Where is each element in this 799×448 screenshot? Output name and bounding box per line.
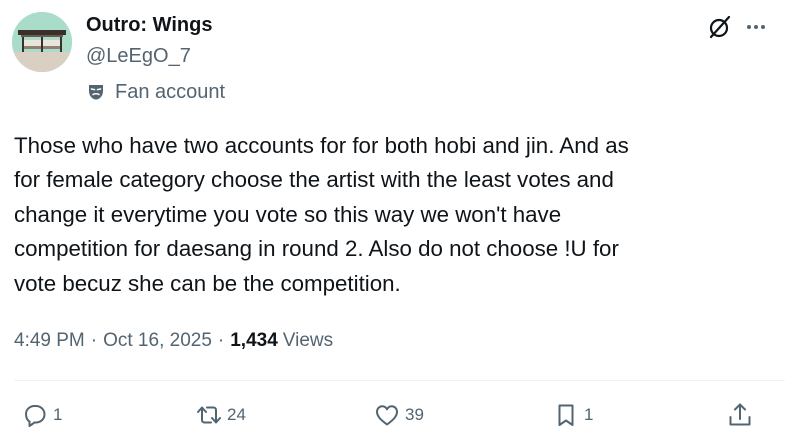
tweet-text: Those who have two accounts for for both… [14,133,629,296]
share-button[interactable] [726,398,754,432]
bookmark-button[interactable]: 1 [552,398,593,432]
tweet-date[interactable]: Oct 16, 2025 [103,330,212,352]
theater-mask-icon [86,82,106,102]
fan-account-text: Fan account [115,80,226,103]
divider [14,380,785,381]
repost-count: 24 [227,405,246,424]
views-label: Views [282,330,334,351]
tweet-card: Outro: Wings @LeEgO_7 Fan account Those … [0,0,799,448]
like-count: 39 [405,405,424,424]
more-icon[interactable] [745,16,767,38]
heart-icon [376,405,398,426]
views-count: 1,434 [230,330,278,351]
reply-icon [25,405,46,427]
avatar-image [12,12,72,72]
fan-account-label: Fan account [86,79,225,105]
reply-count: 1 [53,405,63,424]
share-icon [729,403,751,426]
repost-icon [197,406,221,424]
tweet-meta: 4:49 PM · Oct 16, 2025 · 1,434 Views [14,327,333,355]
header-actions [707,14,767,40]
bookmark-icon [558,404,574,426]
repost-button[interactable]: 24 [195,398,246,432]
author-handle[interactable]: @LeEgO_7 [86,45,191,68]
author-display-name[interactable]: Outro: Wings [86,14,212,37]
meta-separator: · [90,330,98,351]
grok-icon[interactable] [707,14,733,40]
action-bar: 1 24 39 1 [0,398,799,432]
meta-separator: · [217,330,225,351]
tweet-time[interactable]: 4:49 PM [14,330,85,352]
like-button[interactable]: 39 [373,398,424,432]
reply-button[interactable]: 1 [21,398,62,432]
avatar[interactable] [12,12,72,72]
bookmark-count: 1 [584,405,594,424]
